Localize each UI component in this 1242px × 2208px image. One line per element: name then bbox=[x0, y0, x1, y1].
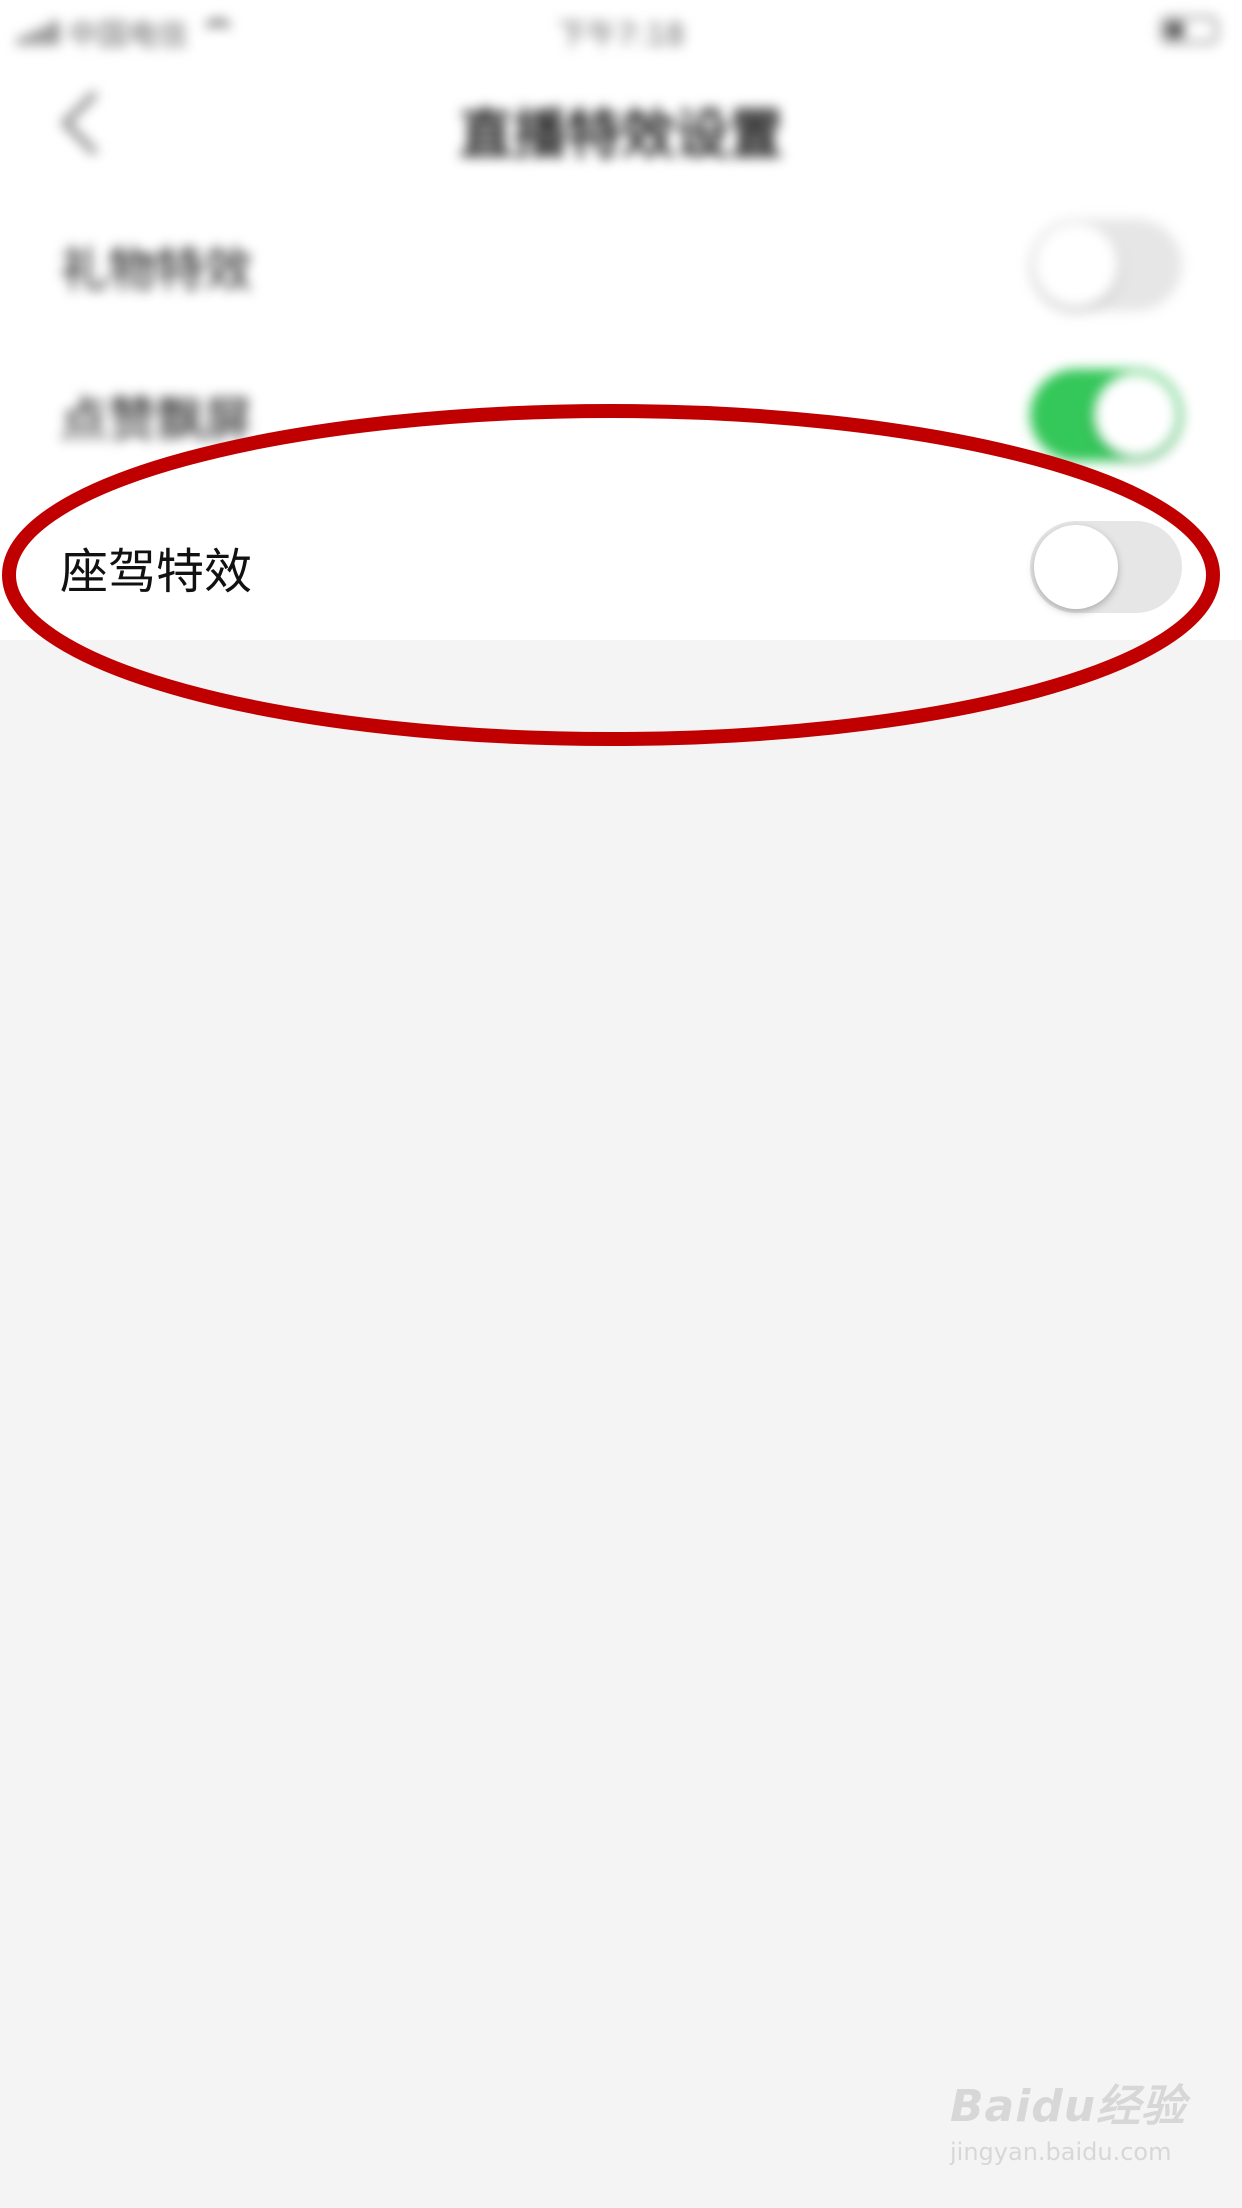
battery-icon bbox=[1160, 16, 1218, 44]
annotation-ellipse bbox=[2, 404, 1220, 746]
watermark: Baidu经验 jingyan.baidu.com bbox=[950, 2070, 1186, 2166]
nav-bar: 直播特效设置 bbox=[0, 60, 1242, 190]
toggle-knob bbox=[1034, 223, 1118, 307]
setting-label: 礼物特效 bbox=[60, 242, 253, 298]
watermark-logo: Baidu经验 bbox=[950, 2081, 1187, 2132]
status-time: 下午7:18 bbox=[557, 18, 685, 53]
page-title: 直播特效设置 bbox=[459, 103, 783, 166]
status-bar: 中国电信 下午7:18 bbox=[0, 0, 1242, 60]
setting-row-gift-effect: 礼物特效 bbox=[0, 190, 1242, 340]
gift-effect-toggle[interactable] bbox=[1030, 219, 1182, 311]
watermark-url: jingyan.baidu.com bbox=[950, 2138, 1172, 2166]
battery-level bbox=[1166, 22, 1184, 38]
